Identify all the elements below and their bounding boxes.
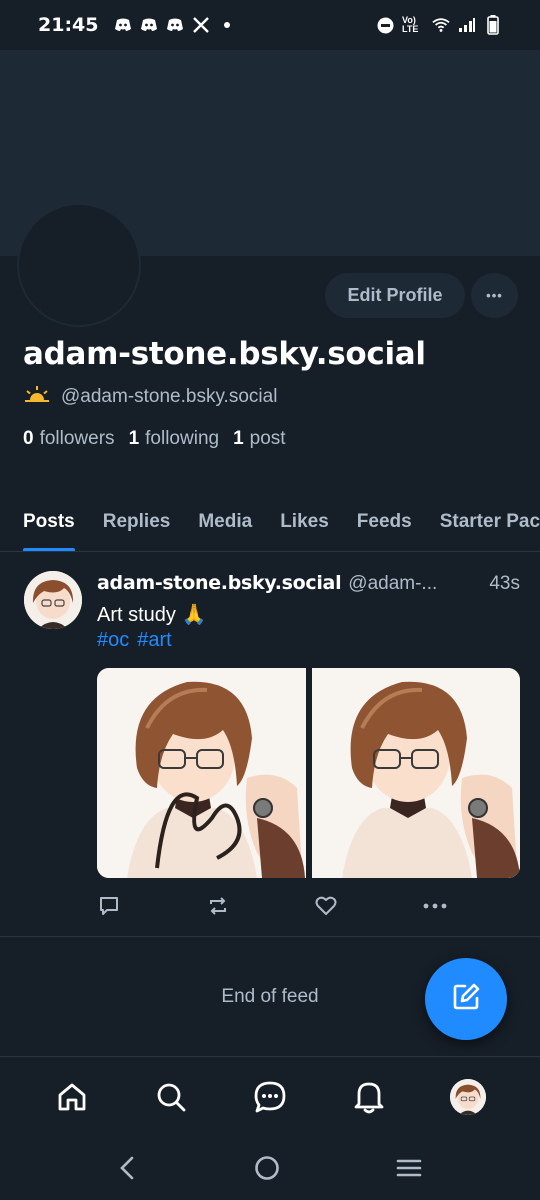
battery-icon	[484, 15, 502, 35]
tab-posts[interactable]: Posts	[0, 500, 89, 551]
profile-tab[interactable]	[448, 1077, 488, 1117]
tab-replies[interactable]: Replies	[89, 500, 185, 551]
posts-stat: 1 post	[233, 428, 286, 450]
profile-handle-row: @adam-stone.bsky.social	[23, 385, 277, 409]
tab-media[interactable]: Media	[184, 500, 266, 551]
home-icon[interactable]	[52, 1077, 92, 1117]
posts-count: 1	[233, 428, 244, 449]
post-author-name[interactable]: adam-stone.bsky.social	[97, 572, 342, 594]
feed-post[interactable]: adam-stone.bsky.social @adam-... 43s Art…	[0, 552, 540, 937]
compose-post-button[interactable]	[425, 958, 507, 1040]
profile-tabs: Posts Replies Media Likes Feeds Starter …	[0, 500, 540, 552]
profile-avatar-small	[450, 1078, 487, 1115]
status-time: 21:45	[38, 14, 99, 36]
posts-label: post	[249, 428, 286, 449]
wifi-icon	[432, 16, 450, 34]
notifications-icon[interactable]	[349, 1077, 389, 1117]
post-image[interactable]	[97, 668, 306, 878]
compose-icon	[450, 981, 482, 1018]
post-actions	[97, 894, 447, 918]
do-not-disturb-icon	[376, 16, 394, 34]
system-status-icons: Vo) LTE	[376, 0, 502, 50]
profile-stats: 0 followers 1 following 1 post	[23, 428, 286, 450]
sunrise-icon	[23, 385, 51, 409]
system-navigation-bar	[0, 1140, 540, 1200]
discord-icon	[114, 16, 132, 34]
edit-profile-button[interactable]: Edit Profile	[325, 273, 465, 318]
back-icon[interactable]	[118, 1156, 138, 1185]
discord-icon	[166, 16, 184, 34]
bottom-navigation	[0, 1056, 540, 1136]
discord-icon	[140, 16, 158, 34]
post-tags: #oc #art	[97, 629, 172, 652]
search-icon[interactable]	[151, 1077, 191, 1117]
x-icon	[192, 16, 210, 34]
profile-handle: @adam-stone.bsky.social	[61, 386, 278, 407]
profile-more-button[interactable]: •••	[471, 273, 518, 318]
status-bar: 21:45 Vo) LTE	[0, 0, 540, 50]
followers-stat[interactable]: 0 followers	[23, 428, 115, 450]
post-author-avatar[interactable]	[24, 571, 82, 629]
tab-likes[interactable]: Likes	[266, 500, 343, 551]
dot-icon	[218, 16, 236, 34]
repost-icon[interactable]	[206, 894, 230, 918]
profile-display-name: adam-stone.bsky.social	[23, 336, 426, 372]
post-text: Art study 🙏	[97, 604, 207, 626]
following-stat[interactable]: 1 following	[129, 428, 220, 450]
profile-avatar[interactable]	[17, 203, 141, 327]
followers-label: followers	[39, 428, 115, 449]
chat-icon[interactable]	[250, 1077, 290, 1117]
followers-count: 0	[23, 428, 34, 449]
volte-icon: Vo) LTE	[402, 15, 419, 34]
like-icon[interactable]	[314, 894, 338, 918]
post-header: adam-stone.bsky.social @adam-... 43s	[97, 572, 520, 595]
reply-icon[interactable]	[97, 894, 121, 918]
home-circle-icon[interactable]	[254, 1155, 280, 1186]
following-count: 1	[128, 428, 140, 449]
following-label: following	[145, 428, 220, 449]
more-icon[interactable]	[423, 894, 447, 918]
hashtag-link[interactable]: #art	[137, 629, 171, 652]
post-timestamp[interactable]: 43s	[489, 573, 520, 595]
recents-icon[interactable]	[396, 1157, 422, 1184]
hashtag-link[interactable]: #oc	[97, 629, 129, 652]
notification-icons	[114, 16, 236, 34]
signal-icon	[458, 16, 476, 34]
post-author-handle[interactable]: @adam-...	[348, 573, 437, 595]
post-image[interactable]	[311, 668, 520, 878]
post-image-gallery	[97, 668, 520, 878]
tab-starter-packs[interactable]: Starter Packs	[426, 500, 540, 551]
tab-feeds[interactable]: Feeds	[343, 500, 426, 551]
ellipsis-icon: •••	[486, 288, 503, 303]
